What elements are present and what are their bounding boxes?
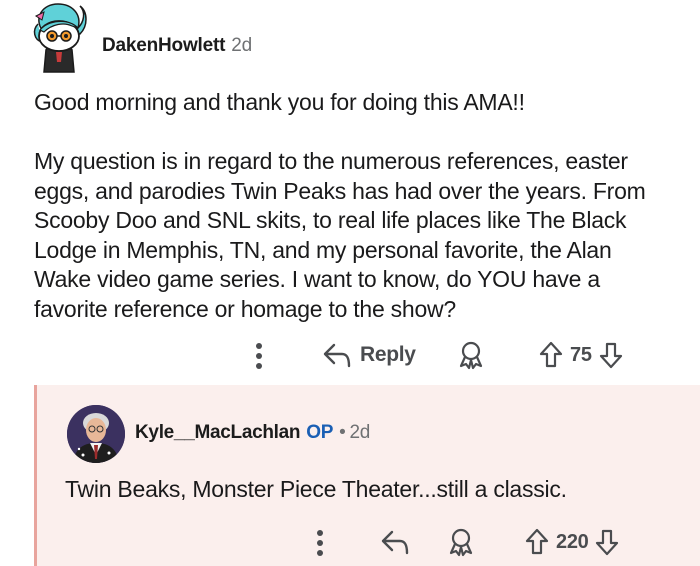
comment-body: Twin Beaks, Monster Piece Theater...stil… bbox=[65, 476, 567, 502]
award-button[interactable] bbox=[456, 340, 486, 370]
comment-thread: DakenHowlett 2d Good morning and thank yo… bbox=[0, 0, 700, 566]
vertical-ellipsis-icon bbox=[317, 530, 323, 556]
reply-button[interactable]: Reply bbox=[322, 341, 416, 369]
reply-arrow-icon bbox=[323, 343, 351, 368]
award-button[interactable] bbox=[446, 527, 476, 557]
comment-actions: Reply 75 bbox=[0, 336, 700, 376]
op-badge: OP bbox=[306, 422, 334, 443]
parent-comment: DakenHowlett 2d Good morning and thank yo… bbox=[0, 0, 700, 385]
profile-photo-icon bbox=[67, 405, 125, 463]
downvote-arrow-icon[interactable] bbox=[593, 527, 621, 557]
comment-actions: 220 bbox=[37, 523, 700, 563]
comment-meta: DakenHowlett 2d bbox=[102, 35, 252, 57]
comment-paragraph: My question is in regard to the numerous… bbox=[34, 148, 646, 322]
reply-button[interactable] bbox=[380, 528, 410, 556]
reply-arrow-icon bbox=[381, 530, 409, 555]
upvote-arrow-icon[interactable] bbox=[537, 340, 565, 370]
reply-label: Reply bbox=[360, 343, 416, 366]
more-options-button[interactable] bbox=[313, 527, 327, 559]
more-options-button[interactable] bbox=[252, 340, 266, 372]
comment-meta: Kyle__MacLachlan OP • 2d bbox=[135, 422, 370, 444]
comment-age: 2d bbox=[349, 422, 370, 443]
avatar[interactable] bbox=[28, 0, 90, 74]
comment-body: Good morning and thank you for doing thi… bbox=[34, 88, 674, 324]
comment-age: 2d bbox=[231, 35, 252, 56]
username[interactable]: DakenHowlett bbox=[102, 35, 225, 56]
vote-controls: 75 bbox=[537, 340, 625, 370]
award-icon bbox=[449, 528, 473, 557]
vote-controls: 220 bbox=[523, 527, 621, 557]
avatar[interactable] bbox=[67, 405, 125, 463]
snoo-avatar-icon bbox=[33, 3, 87, 73]
vote-count: 220 bbox=[556, 530, 589, 553]
comment-paragraph: Good morning and thank you for doing thi… bbox=[34, 89, 525, 115]
vote-count: 75 bbox=[570, 343, 592, 366]
reply-comment: Kyle__MacLachlan OP • 2d Twin Beaks, Monste… bbox=[34, 385, 700, 566]
meta-separator: • bbox=[339, 422, 346, 443]
upvote-arrow-icon[interactable] bbox=[523, 527, 551, 557]
username[interactable]: Kyle__MacLachlan bbox=[135, 422, 301, 443]
vertical-ellipsis-icon bbox=[256, 343, 262, 369]
downvote-arrow-icon[interactable] bbox=[597, 340, 625, 370]
award-icon bbox=[459, 341, 483, 370]
